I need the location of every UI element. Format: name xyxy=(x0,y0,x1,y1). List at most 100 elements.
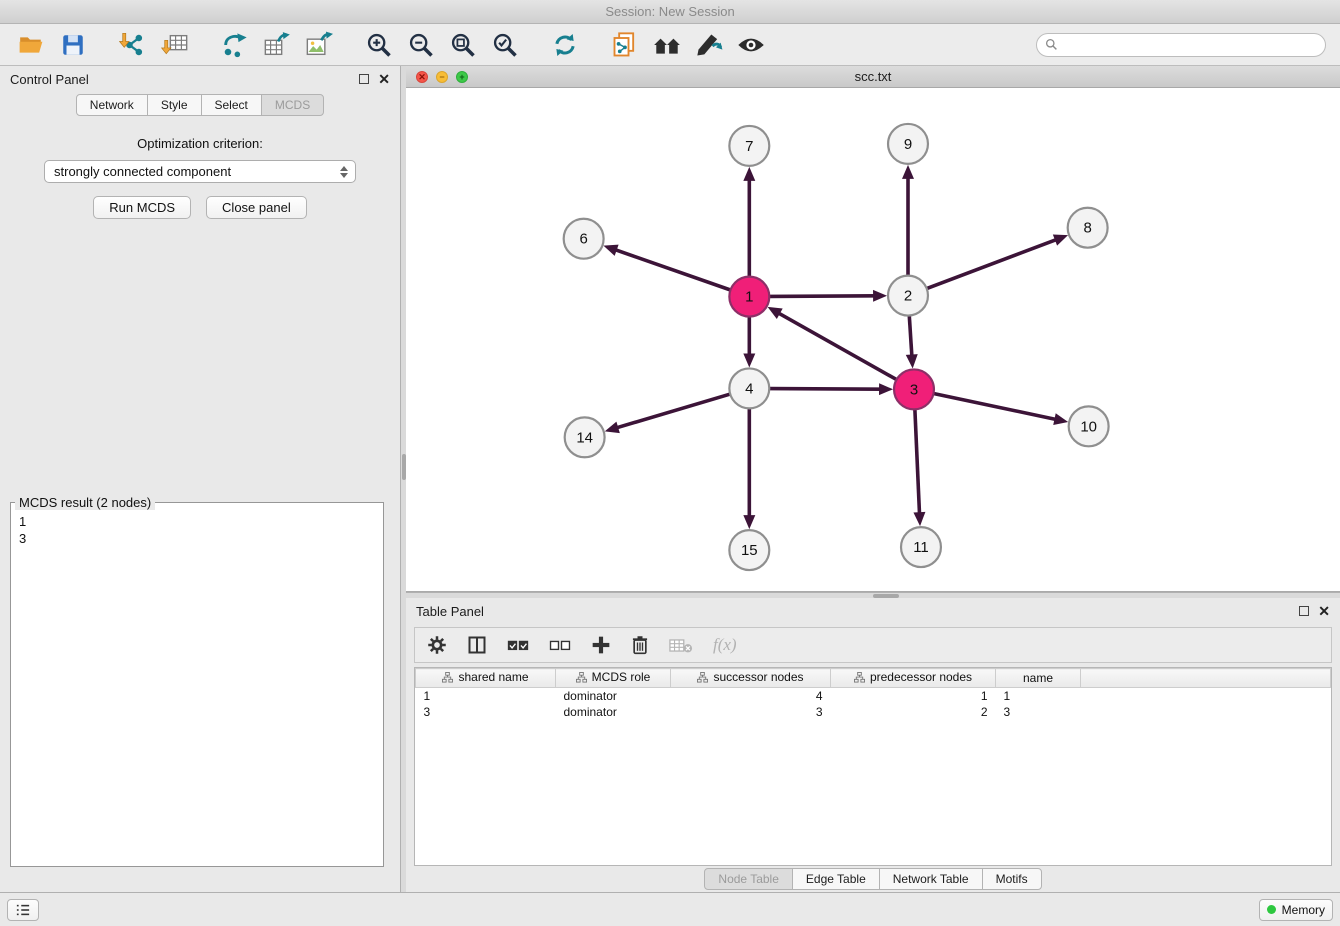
network-graph[interactable]: 7 9 6 8 1 2 4 3 14 10 15 11 xyxy=(406,88,1340,591)
save-session-button[interactable] xyxy=(56,29,90,61)
column-header-name[interactable]: name xyxy=(996,669,1081,688)
table-cell: 2 xyxy=(831,704,996,720)
network-edge[interactable] xyxy=(769,290,887,302)
network-edge[interactable] xyxy=(902,165,914,276)
edge-arrowhead xyxy=(743,167,755,181)
table-row[interactable]: 1dominator411 xyxy=(416,688,1331,704)
network-edge[interactable] xyxy=(934,394,1069,425)
tab-motifs[interactable]: Motifs xyxy=(982,868,1042,890)
close-panel-icon[interactable]: ✕ xyxy=(1318,604,1330,618)
tab-node-table[interactable]: Node Table xyxy=(704,868,793,890)
table-cell: 4 xyxy=(671,688,831,704)
column-header-successor-nodes[interactable]: successor nodes xyxy=(671,669,831,688)
show-columns-button[interactable] xyxy=(467,635,487,655)
column-header-shared-name[interactable]: shared name xyxy=(416,669,556,688)
tab-edge-table[interactable]: Edge Table xyxy=(792,868,880,890)
search-input[interactable] xyxy=(1063,38,1317,52)
toolbar-group-session xyxy=(14,29,90,61)
network-node[interactable]: 4 xyxy=(729,368,769,408)
network-canvas[interactable]: 7 9 6 8 1 2 4 3 14 10 15 11 xyxy=(406,88,1340,591)
hierarchy-icon xyxy=(697,672,708,683)
network-node[interactable]: 1 xyxy=(729,277,769,317)
column-header-mcds-role[interactable]: MCDS role xyxy=(556,669,671,688)
network-edge[interactable] xyxy=(603,245,730,290)
import-table-button[interactable] xyxy=(158,29,192,61)
zoom-selected-button[interactable] xyxy=(488,29,522,61)
export-table-icon xyxy=(263,31,291,59)
network-edge[interactable] xyxy=(769,383,893,395)
zoom-out-button[interactable] xyxy=(404,29,438,61)
network-edge[interactable] xyxy=(605,394,730,433)
minimize-window-icon[interactable]: − xyxy=(436,71,448,83)
network-node[interactable]: 3 xyxy=(894,369,934,409)
network-node[interactable]: 7 xyxy=(729,126,769,166)
network-edge[interactable] xyxy=(743,167,755,277)
search-field[interactable] xyxy=(1036,33,1326,57)
home-button[interactable] xyxy=(650,29,684,61)
tab-select[interactable]: Select xyxy=(201,94,262,116)
select-all-button[interactable] xyxy=(507,637,529,653)
network-edge[interactable] xyxy=(743,408,755,529)
show-details-button[interactable] xyxy=(734,29,768,61)
network-window-title: scc.txt xyxy=(855,69,892,84)
network-node[interactable]: 11 xyxy=(901,527,941,567)
network-node[interactable]: 8 xyxy=(1068,208,1108,248)
table-row[interactable]: 3dominator323 xyxy=(416,704,1331,720)
control-panel: Control Panel ✕ Network Style Select MCD… xyxy=(0,66,400,892)
refresh-layout-button[interactable] xyxy=(548,29,582,61)
network-node[interactable]: 10 xyxy=(1069,406,1109,446)
tab-network[interactable]: Network xyxy=(76,94,148,116)
deselect-all-button[interactable] xyxy=(549,637,571,653)
network-edge[interactable] xyxy=(927,234,1068,288)
close-window-icon[interactable]: ✕ xyxy=(416,71,428,83)
splitter-thumb[interactable] xyxy=(873,594,899,598)
zoom-window-icon[interactable]: + xyxy=(456,71,468,83)
open-session-button[interactable] xyxy=(14,29,48,61)
delete-table-button[interactable] xyxy=(669,637,693,654)
delete-column-button[interactable] xyxy=(631,635,649,655)
close-panel-icon[interactable]: ✕ xyxy=(378,72,390,86)
memory-button[interactable]: Memory xyxy=(1259,899,1333,921)
export-table-button[interactable] xyxy=(260,29,294,61)
network-view-window: ✕ − + scc.txt 7 9 6 8 1 2 4 3 14 10 15 11 xyxy=(406,66,1340,592)
optimization-criterion-select[interactable]: strongly connected component xyxy=(44,160,356,183)
node-label: 15 xyxy=(741,542,758,559)
refresh-icon xyxy=(551,31,579,59)
network-node[interactable]: 2 xyxy=(888,276,928,316)
task-history-button[interactable] xyxy=(7,899,39,921)
column-header-predecessor-nodes[interactable]: predecessor nodes xyxy=(831,669,996,688)
run-mcds-button[interactable]: Run MCDS xyxy=(93,196,191,219)
clone-network-button[interactable] xyxy=(608,29,642,61)
node-label: 11 xyxy=(913,539,929,556)
export-image-button[interactable] xyxy=(302,29,336,61)
tab-style[interactable]: Style xyxy=(147,94,202,116)
table-settings-button[interactable] xyxy=(427,635,447,655)
toolbar-group-import xyxy=(116,29,192,61)
table-cell: 3 xyxy=(416,704,556,720)
float-panel-icon[interactable] xyxy=(359,74,369,84)
network-edge[interactable] xyxy=(743,317,755,368)
add-column-button[interactable] xyxy=(591,635,611,655)
close-panel-button[interactable]: Close panel xyxy=(206,196,307,219)
network-node[interactable]: 14 xyxy=(565,417,605,457)
network-node[interactable]: 9 xyxy=(888,124,928,164)
network-edge[interactable] xyxy=(906,316,918,369)
network-node[interactable]: 15 xyxy=(729,530,769,570)
apply-style-button[interactable] xyxy=(692,29,726,61)
network-edge[interactable] xyxy=(768,307,897,380)
float-panel-icon[interactable] xyxy=(1299,606,1309,616)
network-node[interactable]: 6 xyxy=(564,219,604,259)
export-network-button[interactable] xyxy=(218,29,252,61)
import-network-button[interactable] xyxy=(116,29,150,61)
hierarchy-icon xyxy=(854,672,865,683)
zoom-fit-button[interactable] xyxy=(446,29,480,61)
function-builder-icon[interactable]: f(x) xyxy=(713,635,737,655)
network-edge[interactable] xyxy=(913,409,925,526)
zoom-in-button[interactable] xyxy=(362,29,396,61)
tab-network-table[interactable]: Network Table xyxy=(879,868,983,890)
toolbar-group-zoom xyxy=(362,29,522,61)
node-label: 6 xyxy=(579,231,587,248)
tab-mcds[interactable]: MCDS xyxy=(261,94,324,116)
horizontal-splitter[interactable] xyxy=(406,592,1340,598)
mcds-result-list[interactable]: 1 3 xyxy=(11,510,383,550)
